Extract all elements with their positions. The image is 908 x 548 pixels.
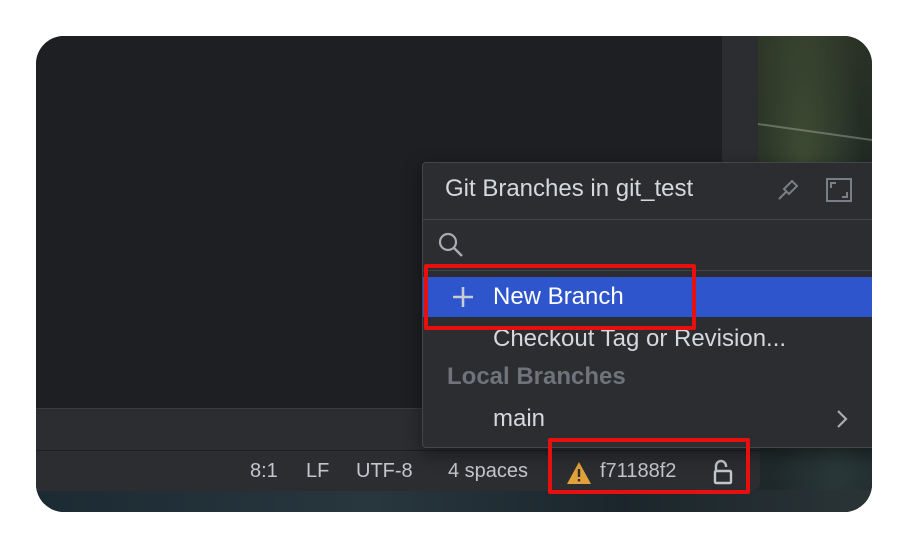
local-branches-header: Local Branches	[447, 363, 626, 390]
highlight-vcs-widget	[548, 438, 750, 494]
search-icon	[438, 232, 463, 257]
expand-icon[interactable]	[825, 177, 853, 203]
branch-name: main	[493, 405, 546, 432]
caret-position[interactable]: 8:1	[250, 460, 278, 483]
indent-setting[interactable]: 4 spaces	[448, 460, 528, 483]
popup-title: Git Branches in git_test	[445, 175, 694, 202]
pin-icon[interactable]	[775, 177, 801, 203]
chevron-right-icon	[837, 410, 848, 428]
highlight-new-branch	[424, 264, 696, 330]
line-separator[interactable]: LF	[306, 460, 329, 483]
file-encoding[interactable]: UTF-8	[356, 460, 413, 483]
branch-item-main[interactable]: main	[423, 399, 872, 439]
